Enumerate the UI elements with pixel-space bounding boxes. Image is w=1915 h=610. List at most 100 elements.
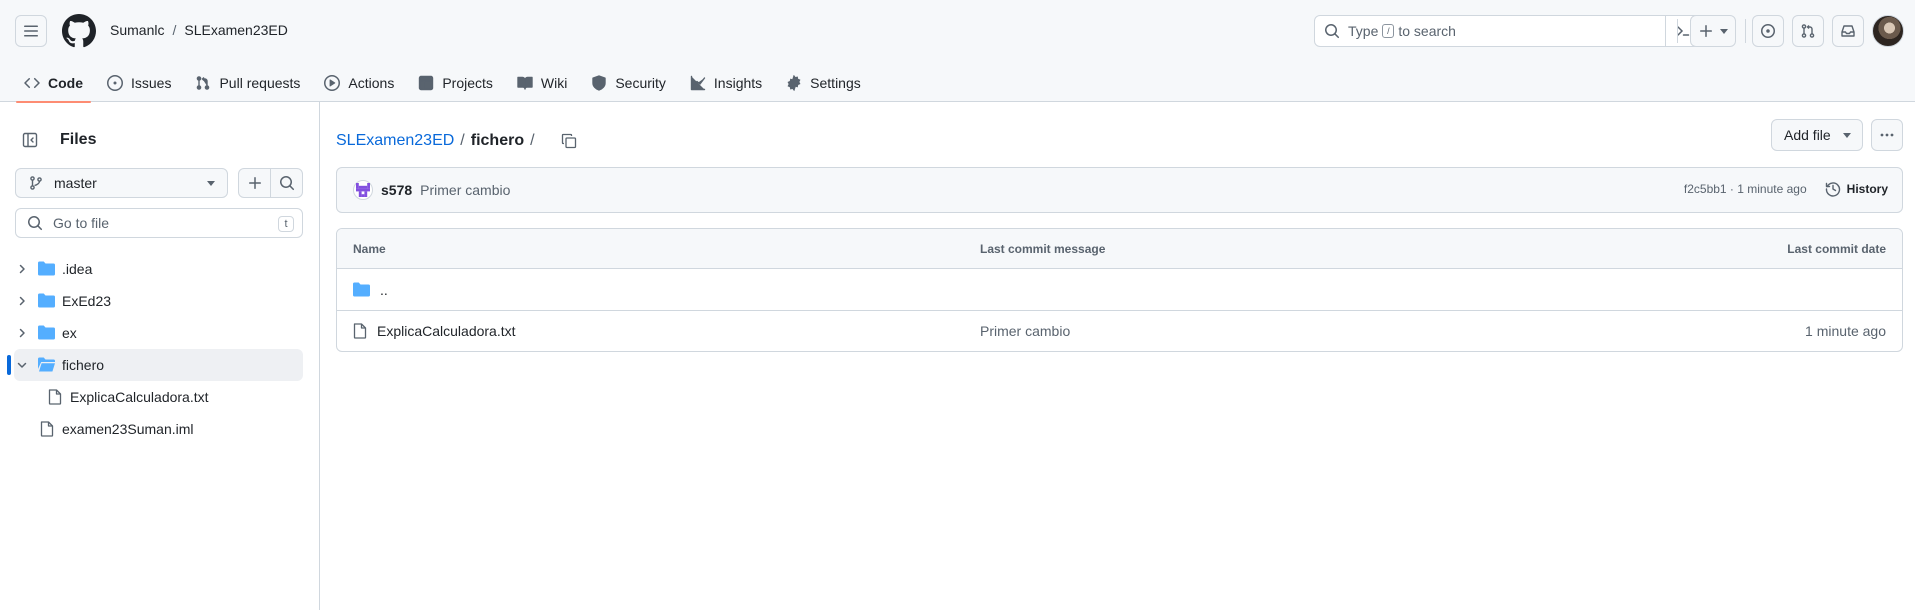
tree-item-fichero[interactable]: fichero <box>7 349 303 381</box>
tab-insights[interactable]: Insights <box>682 64 770 102</box>
user-avatar[interactable] <box>1872 15 1904 47</box>
search-icon <box>28 216 43 231</box>
book-icon <box>517 76 533 90</box>
sidebar-title: Files <box>60 131 97 148</box>
file-name-link[interactable]: ExplicaCalculadora.txt <box>377 323 516 339</box>
search-icon <box>1325 24 1340 39</box>
search-input[interactable]: Type / to search <box>1314 15 1700 47</box>
git-pull-request-icon <box>197 76 210 90</box>
add-file-label: Add file <box>1784 127 1831 143</box>
issues-button[interactable] <box>1752 15 1784 47</box>
pull-requests-button[interactable] <box>1792 15 1824 47</box>
tree-item-idea[interactable]: .idea <box>0 253 320 285</box>
triangle-down-icon <box>207 181 215 186</box>
commit-hash[interactable]: f2c5bb1 <box>1684 182 1727 196</box>
column-header-message: Last commit message <box>980 241 1106 256</box>
triangle-down-icon <box>1720 28 1728 34</box>
menu-button[interactable] <box>15 15 47 47</box>
tree-item-exed23[interactable]: ExEd23 <box>0 285 320 317</box>
breadcrumb-separator: / <box>530 132 535 149</box>
chevron-down-icon[interactable] <box>16 359 28 371</box>
chevron-right-icon[interactable] <box>16 295 28 307</box>
tree-item-explicacalculadora[interactable]: ExplicaCalculadora.txt <box>0 381 320 413</box>
tab-label: Settings <box>810 75 861 91</box>
shield-icon <box>592 75 607 91</box>
commit-author-avatar[interactable] <box>353 180 373 200</box>
go-to-file-input[interactable]: Go to file t <box>15 208 303 238</box>
tab-issues[interactable]: Issues <box>99 64 179 102</box>
file-tree: .idea ExEd23 ex fichero ExplicaCalculado… <box>0 253 320 445</box>
table-icon <box>419 75 434 91</box>
file-commit-message-link[interactable]: Primer cambio <box>980 323 1070 339</box>
owner-link[interactable]: Sumanlc <box>110 22 164 38</box>
sidebar-actions <box>238 168 303 198</box>
copy-path-button[interactable] <box>555 127 583 155</box>
tree-item-label: ExEd23 <box>62 293 112 309</box>
go-to-file-shortcut: t <box>278 216 294 232</box>
file-name-cell: ExplicaCalculadora.txt <box>353 323 516 339</box>
tab-settings[interactable]: Settings <box>778 64 869 102</box>
table-row: ExplicaCalculadora.txt Primer cambio 1 m… <box>337 310 1902 351</box>
code-icon <box>24 77 40 89</box>
breadcrumb-current-folder: fichero <box>470 132 525 149</box>
tree-item-examen23suman[interactable]: examen23Suman.iml <box>0 413 320 445</box>
tab-projects[interactable]: Projects <box>410 64 501 102</box>
folder-icon <box>38 325 55 340</box>
add-file-sidebar-button[interactable] <box>239 169 270 197</box>
tab-code[interactable]: Code <box>16 64 91 103</box>
create-new-button[interactable] <box>1690 15 1736 47</box>
plus-icon <box>1700 25 1712 37</box>
history-button[interactable]: History <box>1825 181 1888 197</box>
directory-view: SLExamen23ED / fichero / Add file s578 P… <box>336 102 1903 610</box>
more-options-button[interactable] <box>1871 119 1903 151</box>
file-commit-date: 1 minute ago <box>1805 323 1886 339</box>
search-files-button[interactable] <box>270 169 302 197</box>
chevron-right-icon[interactable] <box>16 327 28 339</box>
table-row-parent-directory[interactable]: .. <box>337 269 1902 310</box>
context-separator: / <box>172 22 177 38</box>
commit-author[interactable]: s578 <box>381 182 412 198</box>
commit-message[interactable]: Primer cambio <box>420 182 510 198</box>
tab-pull-requests[interactable]: Pull requests <box>187 64 308 102</box>
branch-name: master <box>54 175 97 191</box>
github-logo-icon[interactable] <box>62 14 96 48</box>
file-icon <box>48 389 62 405</box>
parent-directory-link[interactable]: .. <box>353 282 388 298</box>
search-placeholder-prefix: Type <box>1348 23 1379 39</box>
graph-icon <box>690 75 706 91</box>
breadcrumb-separator: / <box>460 132 465 149</box>
tab-wiki[interactable]: Wiki <box>509 64 575 102</box>
search-placeholder-suffix: to search <box>1398 23 1456 39</box>
hamburger-icon <box>24 25 38 37</box>
sidebar-collapse-icon <box>22 132 38 148</box>
gear-icon <box>787 75 801 91</box>
search-shortcut-key: / <box>1382 24 1395 38</box>
collapse-sidebar-button[interactable] <box>14 124 46 156</box>
identicon-icon <box>356 183 370 197</box>
tab-actions[interactable]: Actions <box>316 64 402 102</box>
tab-security[interactable]: Security <box>583 64 674 102</box>
breadcrumb-repo-link[interactable]: SLExamen23ED <box>336 132 454 150</box>
column-header-name: Name <box>353 241 386 256</box>
tree-item-ex[interactable]: ex <box>0 317 320 349</box>
tree-item-label: examen23Suman.iml <box>62 421 194 437</box>
chevron-right-icon[interactable] <box>16 263 28 275</box>
tree-item-label: fichero <box>62 357 105 373</box>
go-to-file-placeholder: Go to file <box>53 215 110 231</box>
selection-indicator <box>7 355 11 375</box>
branch-selector[interactable]: master <box>15 168 228 198</box>
file-table-header: Name Last commit message Last commit dat… <box>337 229 1902 269</box>
triangle-down-icon <box>1842 132 1851 138</box>
file-icon <box>40 421 54 437</box>
header-divider <box>1745 19 1746 43</box>
history-label: History <box>1846 182 1888 196</box>
add-file-button[interactable]: Add file <box>1771 119 1863 151</box>
breadcrumb: SLExamen23ED / fichero / <box>336 127 583 155</box>
file-icon <box>353 323 367 339</box>
file-table: Name Last commit message Last commit dat… <box>336 228 1903 352</box>
inbox-button[interactable] <box>1832 15 1864 47</box>
git-pull-request-icon <box>1801 24 1815 38</box>
tab-label: Actions <box>348 75 395 91</box>
repo-link[interactable]: SLExamen23ED <box>184 22 288 38</box>
tab-label: Wiki <box>540 75 568 91</box>
